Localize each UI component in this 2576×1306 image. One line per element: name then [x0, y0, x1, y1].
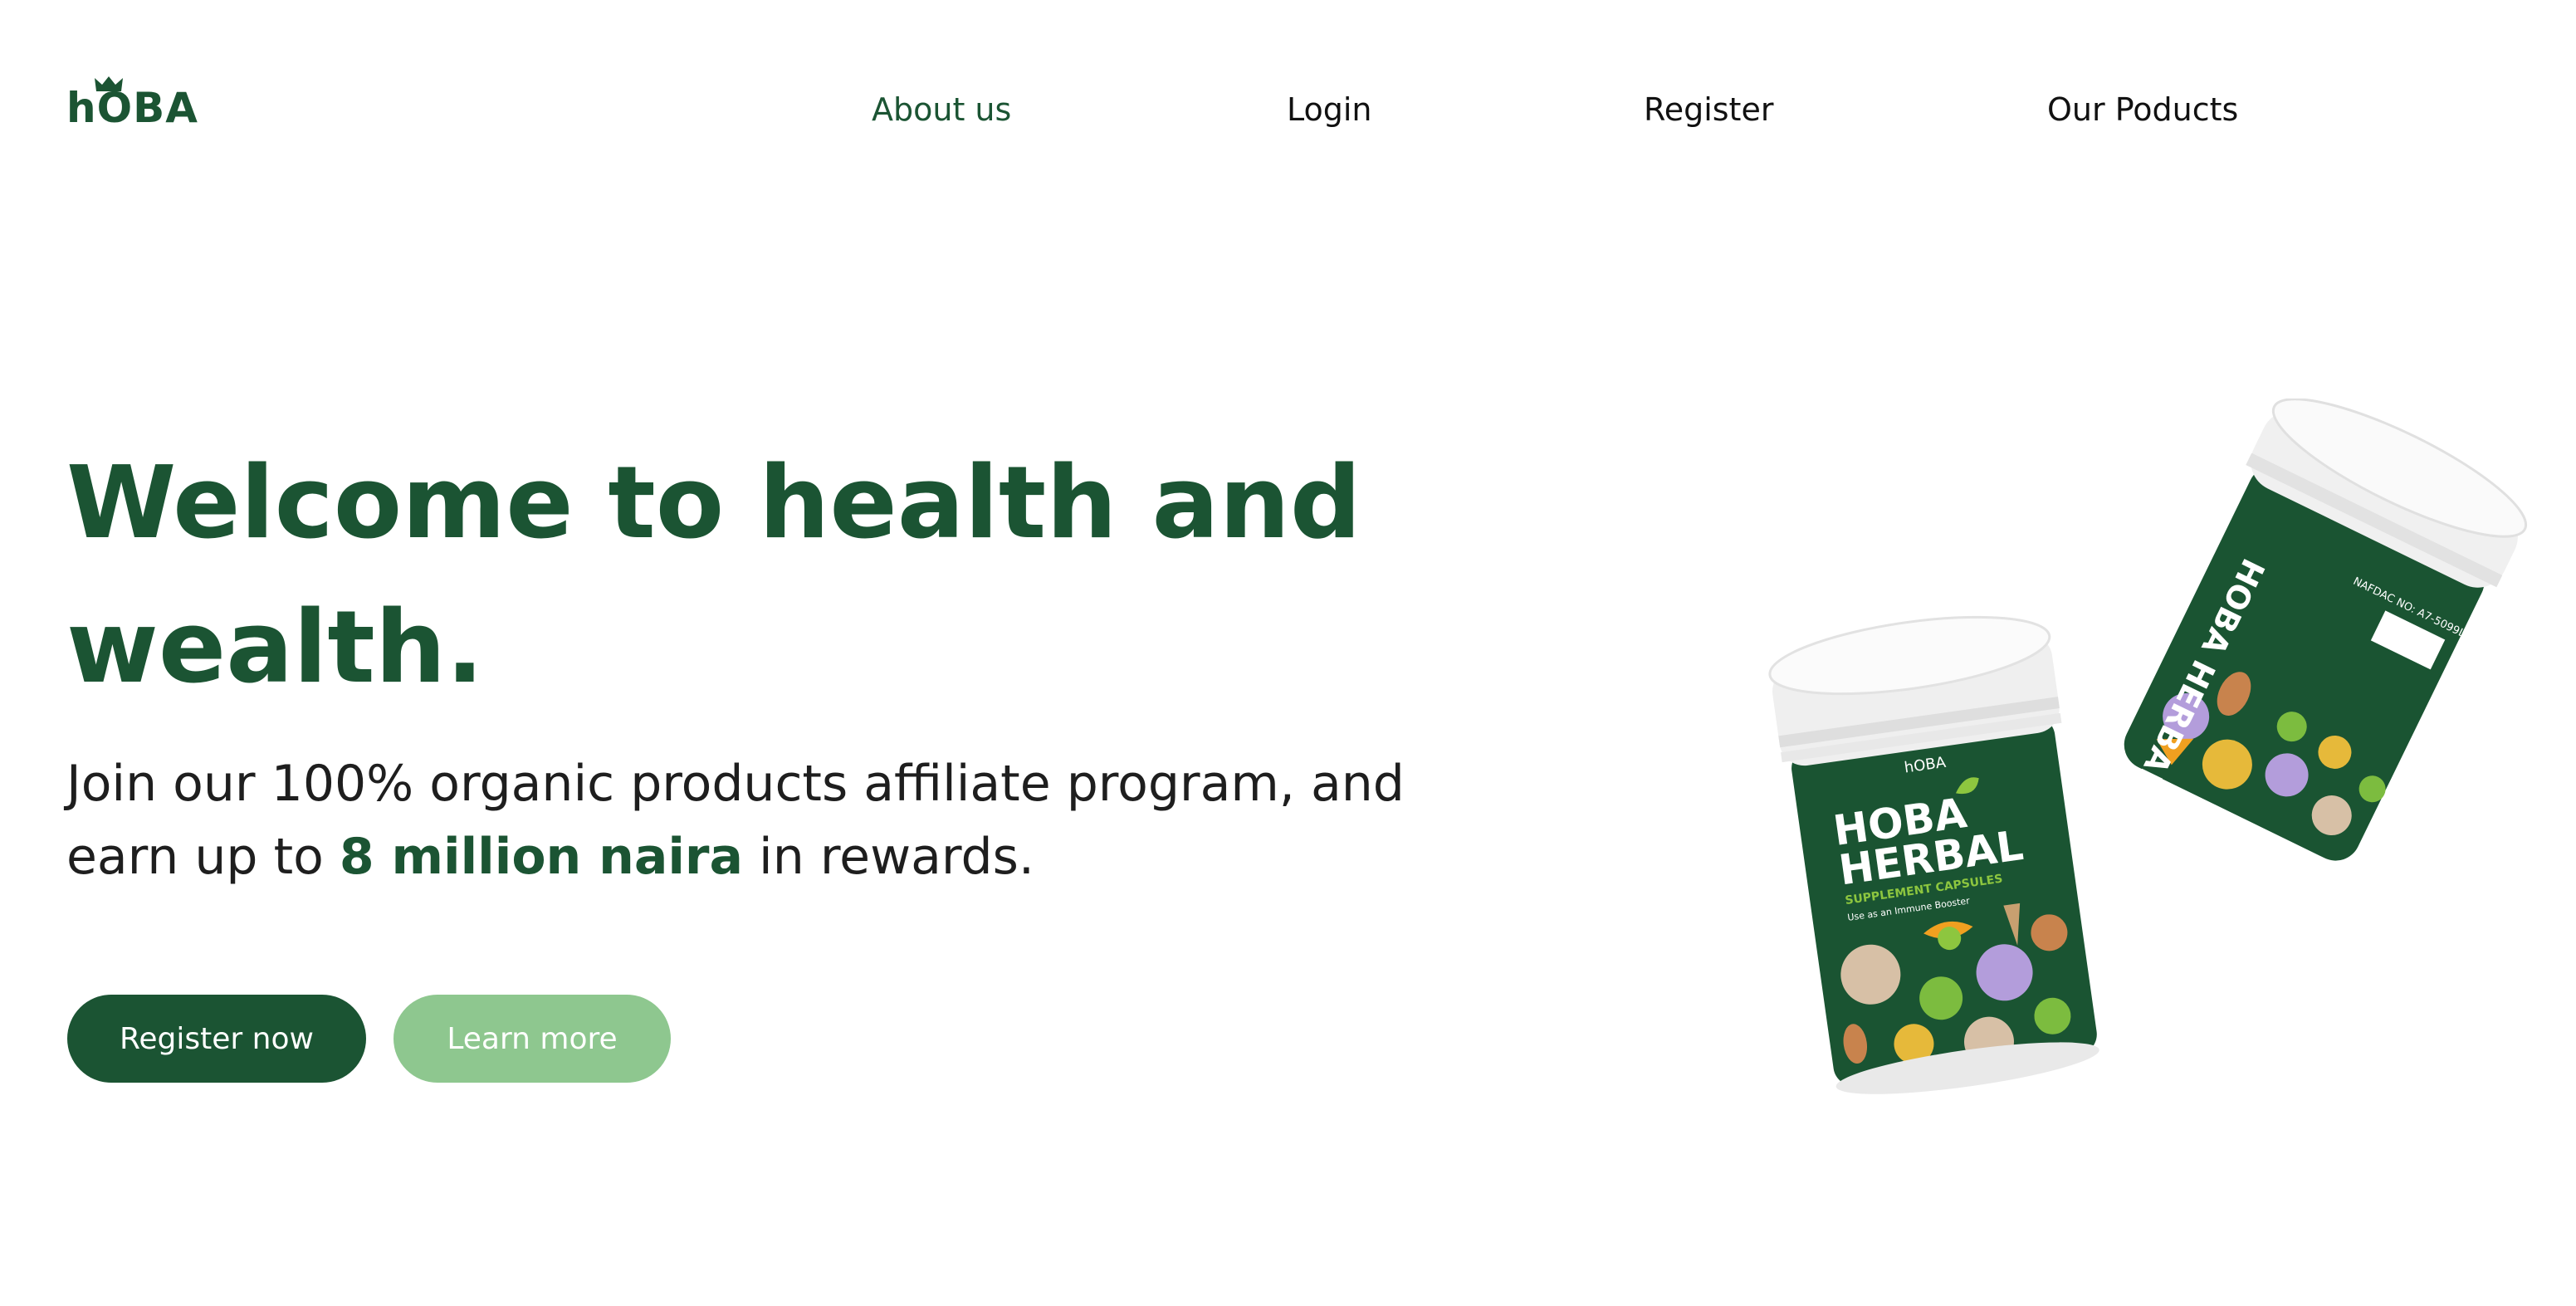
logo-text: hOBA	[66, 84, 198, 132]
supplement-jar-back: NAFDAC NO: A7-5099L HOBA HERBAL	[2124, 399, 2528, 861]
register-now-button[interactable]: Register now	[67, 995, 366, 1083]
subtext-end: in rewards.	[742, 828, 1034, 886]
logo[interactable]: hOBA	[66, 76, 199, 135]
reward-highlight: 8 million naira	[339, 828, 743, 886]
nav-register[interactable]: Register	[1644, 90, 1773, 130]
nav-about-us[interactable]: About us	[872, 90, 1011, 130]
product-jars-image: NAFDAC NO: A7-5099L HOBA HERBAL hOBA HOB…	[1768, 399, 2528, 1094]
learn-more-button[interactable]: Learn more	[393, 995, 671, 1083]
hero-headline: Welcome to health and wealth.	[66, 446, 1361, 706]
hero-subtext: Join our 100% organic products affiliate…	[66, 747, 1436, 893]
nav-our-products[interactable]: Our Poducts	[2047, 90, 2238, 130]
nav-login[interactable]: Login	[1287, 90, 1372, 130]
supplement-jar-front: hOBA HOBA HERBAL SUPPLEMENT CAPSULES Use…	[1768, 615, 2099, 1094]
